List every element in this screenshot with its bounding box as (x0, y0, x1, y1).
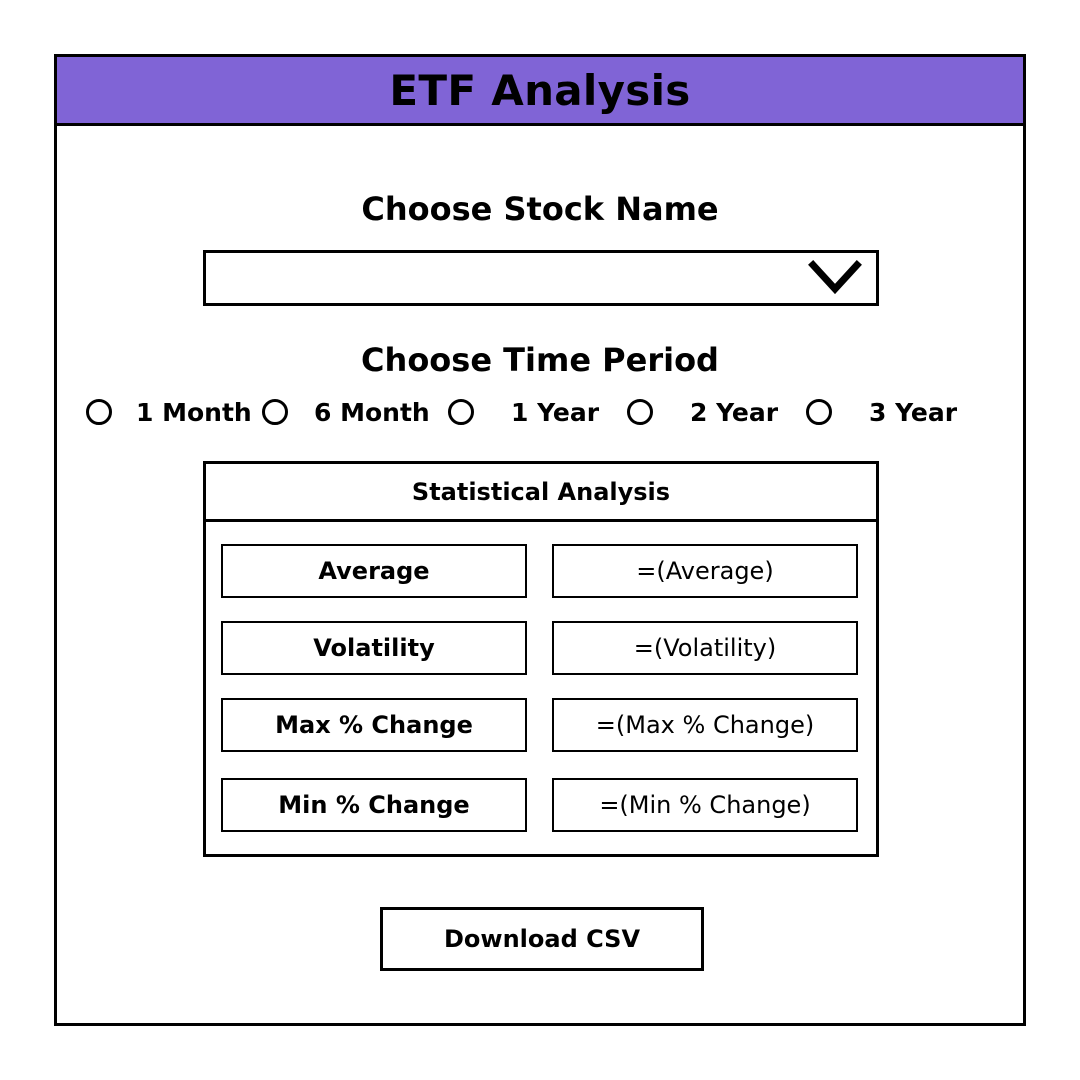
stat-value-max-change: =(Max % Change) (552, 698, 858, 752)
radio-button-icon[interactable] (448, 399, 474, 425)
stat-label-max-change: Max % Change (221, 698, 527, 752)
statistical-analysis-title: Statistical Analysis (206, 464, 876, 522)
chevron-down-icon[interactable] (808, 259, 862, 297)
radio-button-icon[interactable] (86, 399, 112, 425)
radio-label: 3 Year (869, 398, 958, 427)
radio-label: 1 Month (136, 398, 252, 427)
stat-value-volatility: =(Volatility) (552, 621, 858, 675)
time-period-heading: Choose Time Period (361, 341, 719, 379)
title-bar: ETF Analysis (57, 57, 1023, 126)
app-title: ETF Analysis (389, 65, 691, 115)
statistical-analysis-panel: Statistical Analysis Average =(Average) … (203, 461, 879, 857)
stock-name-dropdown[interactable] (203, 250, 879, 306)
stat-label-average: Average (221, 544, 527, 598)
radio-label: 1 Year (511, 398, 600, 427)
stat-value-min-change: =(Min % Change) (552, 778, 858, 832)
app-window: ETF Analysis Choose Stock Name Choose Ti… (54, 54, 1026, 1026)
radio-button-icon[interactable] (806, 399, 832, 425)
stat-label-volatility: Volatility (221, 621, 527, 675)
radio-button-icon[interactable] (627, 399, 653, 425)
download-csv-button[interactable]: Download CSV (380, 907, 704, 971)
stat-value-average: =(Average) (552, 544, 858, 598)
radio-button-icon[interactable] (262, 399, 288, 425)
stock-name-heading: Choose Stock Name (361, 190, 719, 228)
radio-label: 2 Year (690, 398, 779, 427)
stat-label-min-change: Min % Change (221, 778, 527, 832)
radio-label: 6 Month (314, 398, 430, 427)
